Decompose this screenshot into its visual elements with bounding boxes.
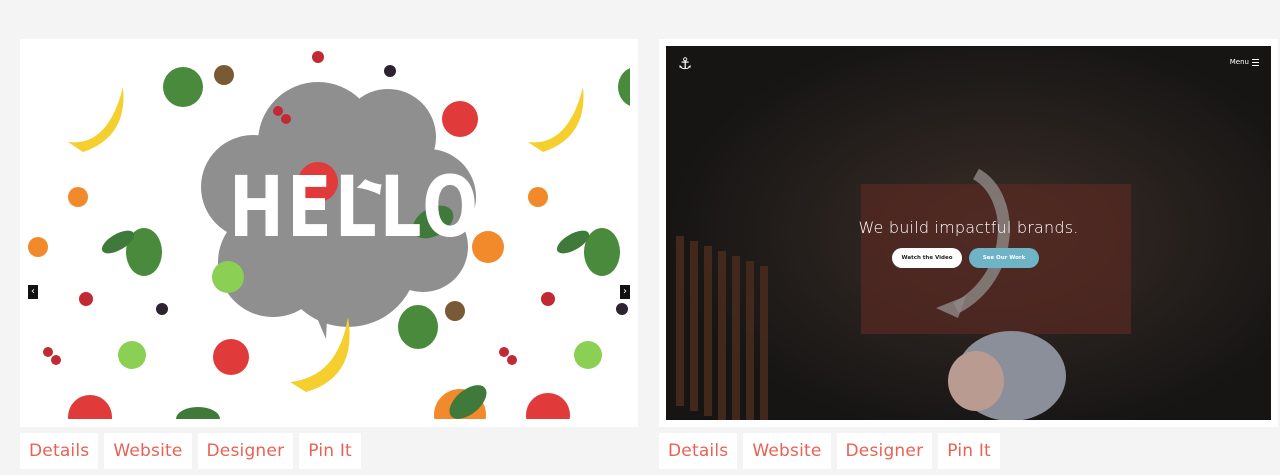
card-1-links: Details Website Designer Pin It xyxy=(20,433,361,469)
details-link[interactable]: Details xyxy=(659,433,738,469)
gallery-card-1: HELLO ‹ › xyxy=(20,39,638,427)
hello-headline: HELLO xyxy=(229,158,482,256)
anchor-icon[interactable]: ⚓ xyxy=(678,54,692,73)
designer-link[interactable]: Designer xyxy=(197,433,294,469)
pin-it-link[interactable]: Pin It xyxy=(299,433,361,469)
chevron-right-icon[interactable]: › xyxy=(620,285,630,299)
menu-label: Menu xyxy=(1229,58,1249,66)
designer-link[interactable]: Designer xyxy=(836,433,933,469)
menu-button[interactable]: Menu xyxy=(1230,58,1259,66)
hero-buttons: Watch the Video See Our Work xyxy=(892,248,1039,268)
chevron-left-icon[interactable]: ‹ xyxy=(28,285,38,299)
card-2-links: Details Website Designer Pin It xyxy=(659,433,1000,469)
pin-it-link[interactable]: Pin It xyxy=(938,433,1000,469)
website-preview-fruit[interactable]: HELLO ‹ › xyxy=(28,47,630,419)
details-link[interactable]: Details xyxy=(20,433,99,469)
gallery-card-2: ⚓ Menu We build impactful brands. Watch … xyxy=(659,39,1278,427)
website-link[interactable]: Website xyxy=(743,433,831,469)
watch-video-button[interactable]: Watch the Video xyxy=(892,248,962,268)
hamburger-icon xyxy=(1252,58,1259,66)
website-preview-brands[interactable]: ⚓ Menu We build impactful brands. Watch … xyxy=(666,46,1271,420)
see-our-work-button[interactable]: See Our Work xyxy=(969,248,1039,268)
website-link[interactable]: Website xyxy=(104,433,192,469)
hero-headline: We build impactful brands. xyxy=(858,218,1079,237)
